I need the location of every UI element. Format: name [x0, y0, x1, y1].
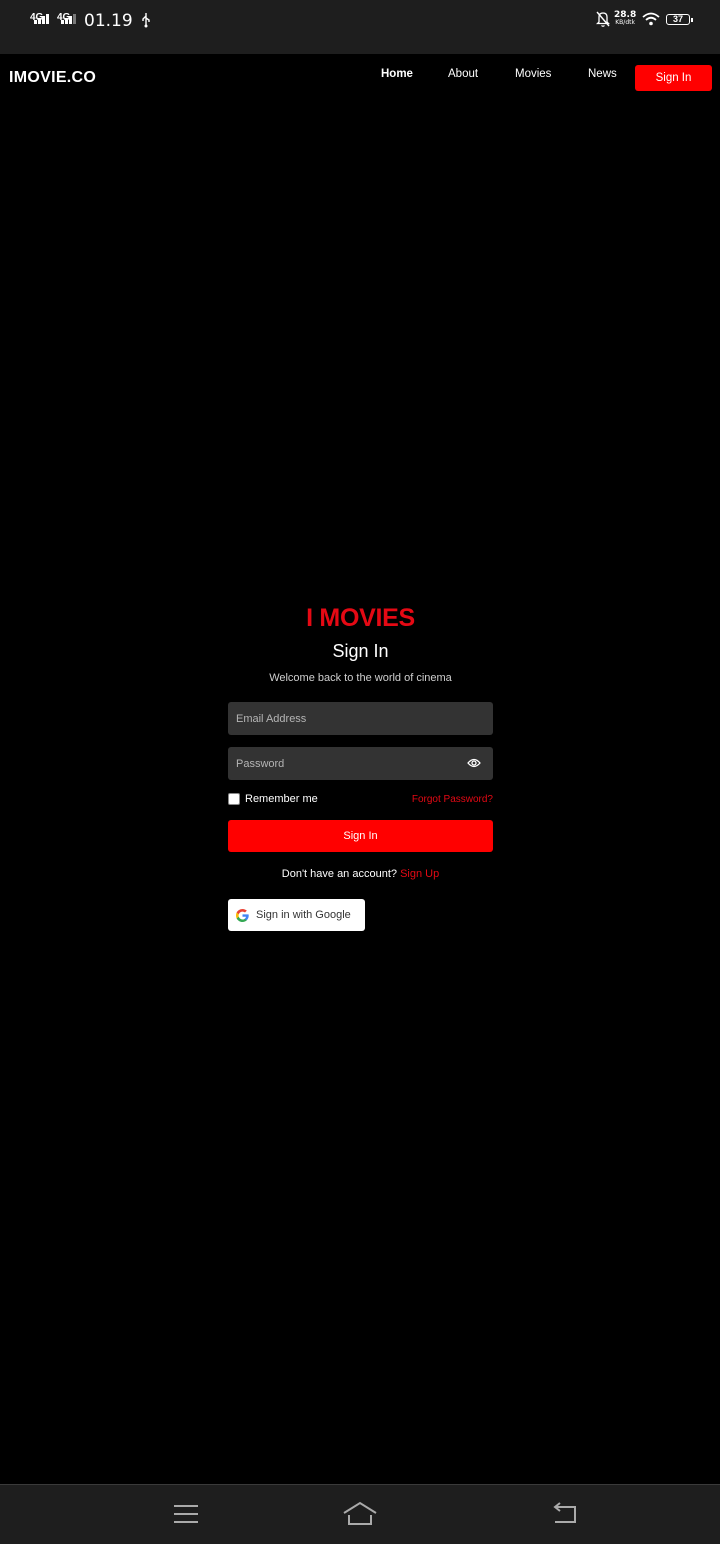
remember-me-checkbox[interactable]: [228, 793, 240, 805]
sign-in-form: I MOVIES Sign In Welcome back to the wor…: [228, 600, 493, 931]
mute-icon: [595, 10, 611, 33]
signal-icon-1: [34, 14, 49, 24]
nav-about[interactable]: About: [448, 68, 478, 80]
back-icon[interactable]: [551, 1501, 577, 1532]
google-icon: [236, 908, 249, 922]
sign-up-link[interactable]: Sign Up: [400, 868, 439, 880]
sign-in-button[interactable]: Sign In: [228, 820, 493, 852]
email-input[interactable]: [236, 712, 456, 725]
status-bar: 4G 4G 01.19 28.8 KB/dtk 37: [0, 0, 720, 54]
system-navigation-bar: [0, 1484, 720, 1544]
password-input[interactable]: [236, 757, 456, 770]
no-account-text: Don't have an account?: [281, 868, 398, 880]
nav-news[interactable]: News: [588, 68, 617, 80]
header-sign-in-button[interactable]: Sign In: [635, 65, 712, 91]
battery-icon: 37: [666, 14, 693, 25]
remember-me-label[interactable]: Remember me: [245, 793, 318, 805]
google-sign-in-button[interactable]: Sign in with Google: [228, 899, 365, 931]
nav-home[interactable]: Home: [381, 68, 413, 80]
remember-me: Remember me: [228, 793, 318, 805]
signup-prompt: Don't have an account? Sign Up: [228, 868, 493, 880]
email-field[interactable]: [228, 702, 493, 735]
home-icon[interactable]: [343, 1501, 377, 1532]
clock: 01.19: [84, 11, 133, 31]
brand-logo[interactable]: IMOVIE.CO: [9, 69, 96, 87]
menu-icon[interactable]: [173, 1501, 199, 1532]
form-heading: Sign In: [332, 641, 389, 661]
network-speed: 28.8 KB/dtk: [614, 10, 637, 27]
nav-movies[interactable]: Movies: [515, 68, 551, 80]
google-sign-in-label: Sign in with Google: [256, 909, 351, 921]
forgot-password-link[interactable]: Forgot Password?: [412, 794, 493, 805]
password-field[interactable]: [228, 747, 493, 780]
signal-icon-2: [61, 14, 76, 24]
usb-icon: [140, 12, 152, 33]
form-subheading: Welcome back to the world of cinema: [269, 672, 452, 684]
top-navigation: IMOVIE.CO Home About Movies News Sign In: [0, 54, 720, 102]
wifi-icon: [642, 12, 660, 31]
show-password-icon[interactable]: [467, 757, 481, 772]
battery-level: 37: [672, 14, 683, 24]
form-logo: I MOVIES: [306, 604, 415, 632]
